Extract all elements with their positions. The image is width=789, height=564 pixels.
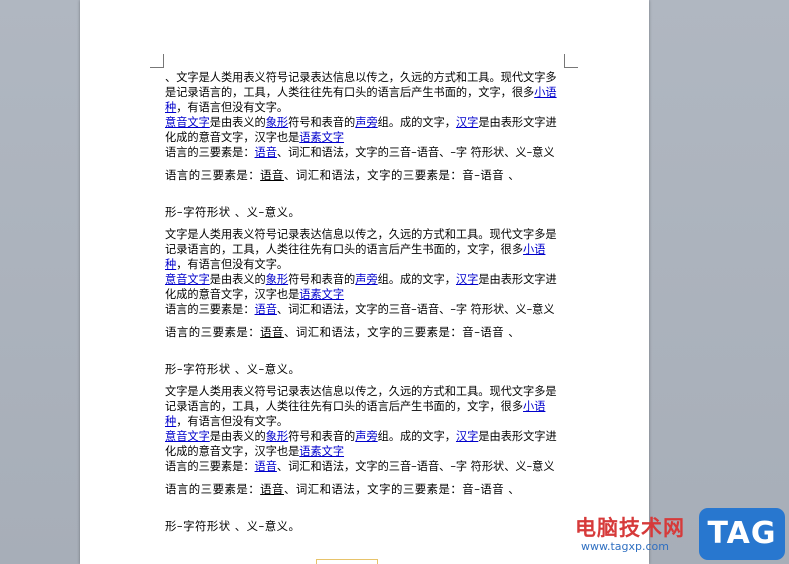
link-hanzi[interactable]: 汉字 bbox=[456, 273, 478, 286]
link-xiangxing[interactable]: 象形 bbox=[266, 430, 288, 443]
paragraph: 语言的三要素是：语音、词汇和语法，文字的三音–语音、–字 符形状、义–意义 bbox=[165, 459, 567, 474]
text-run: 、词汇和语法，文字的三要素是：音–语音 、 bbox=[283, 482, 521, 496]
text-run: 组。成的文字， bbox=[377, 273, 456, 286]
paragraph: 文字是人类用表义符号记录表达信息以传之，久远的方式和工具。现代文字多是记录语言的… bbox=[165, 227, 567, 272]
selection-box bbox=[316, 559, 378, 564]
link-xiangxing[interactable]: 象形 bbox=[266, 273, 288, 286]
link-shengpang[interactable]: 声旁 bbox=[355, 273, 377, 286]
link-shengpang[interactable]: 声旁 bbox=[355, 430, 377, 443]
link-yuyin[interactable]: 语音 bbox=[255, 460, 277, 473]
text-run: 文字是人类用表义符号记录表达信息以传之，久远的方式和工具。现代文字多是记录语言的… bbox=[165, 228, 557, 256]
link-hanzi[interactable]: 汉字 bbox=[456, 116, 478, 129]
paragraph: 形–字符形状 、义–意义。 bbox=[165, 362, 301, 376]
text-run: 语言的三要素是： bbox=[165, 168, 261, 182]
link-yusu-wenzi[interactable]: 语素文字 bbox=[299, 445, 344, 458]
text-run: 是由表义的 bbox=[209, 116, 266, 129]
link-yiyin-wenzi[interactable]: 意音文字 bbox=[165, 116, 210, 129]
text-run: 语言的三要素是： bbox=[165, 482, 261, 496]
watermark-logo: 电脑技术网 www.tagxp.com TAG bbox=[575, 506, 785, 562]
text-run: ，有语言但没有文字。 bbox=[176, 101, 289, 114]
paragraph: 语言的三要素是：语音、词汇和语法，文字的三要素是：音–语音 、 bbox=[165, 482, 567, 497]
document-body[interactable]: 、文字是人类用表义符号记录表达信息以传之，久远的方式和工具。现代文字多是记录语言… bbox=[165, 70, 567, 534]
link-yuyin[interactable]: 语音 bbox=[255, 303, 277, 316]
text-run: 、词汇和语法，文字的三音–语音、–字 符形状、义–意义 bbox=[276, 460, 555, 473]
paragraph: 意音文字是由表义的象形符号和表音的声旁组。成的文字，汉字是由表形文字进化成的意音… bbox=[165, 272, 567, 302]
link-shengpang[interactable]: 声旁 bbox=[355, 116, 377, 129]
text-run: 组。成的文字， bbox=[377, 430, 456, 443]
paragraph: 语言的三要素是：语音、词汇和语法，文字的三音–语音、–字 符形状、义–意义 bbox=[165, 302, 567, 317]
paragraph: 语言的三要素是：语音、词汇和语法，文字的三要素是：音–语音 、 bbox=[165, 325, 567, 340]
text-run: 语言的三要素是： bbox=[165, 146, 255, 159]
paragraph: 文字是人类用表义符号记录表达信息以传之，久远的方式和工具。现代文字多是记录语言的… bbox=[165, 384, 567, 429]
text-run: 语言的三要素是： bbox=[165, 303, 255, 316]
text-run: 是由表义的 bbox=[209, 430, 266, 443]
text-run: 、词汇和语法，文字的三音–语音、–字 符形状、义–意义 bbox=[276, 303, 555, 316]
link-yiyin-wenzi[interactable]: 意音文字 bbox=[165, 273, 210, 286]
paragraph: 语言的三要素是：语音、词汇和语法，文字的三音–语音、–字 符形状、义–意义 bbox=[165, 145, 567, 160]
watermark-url: www.tagxp.com bbox=[581, 540, 669, 553]
link-hanzi[interactable]: 汉字 bbox=[456, 430, 478, 443]
text-run: 是由表义的 bbox=[209, 273, 266, 286]
paragraph: 意音文字是由表义的象形符号和表音的声旁组。成的文字，汉字是由表形文字进化成的意音… bbox=[165, 115, 567, 145]
margin-corner-top-right bbox=[564, 54, 578, 68]
text-run: 、词汇和语法，文字的三音–语音、–字 符形状、义–意义 bbox=[276, 146, 555, 159]
underlined-text: 语音 bbox=[260, 168, 284, 182]
text-run: 文字是人类用表义符号记录表达信息以传之，久远的方式和工具。现代文字多是记录语言的… bbox=[165, 385, 557, 413]
link-yuyin[interactable]: 语音 bbox=[255, 146, 277, 159]
underlined-text: 语音 bbox=[260, 482, 284, 496]
link-yusu-wenzi[interactable]: 语素文字 bbox=[299, 288, 344, 301]
text-run: 组。成的文字， bbox=[377, 116, 456, 129]
text-run: 、词汇和语法，文字的三要素是：音–语音 、 bbox=[283, 325, 521, 339]
document-page[interactable]: 、文字是人类用表义符号记录表达信息以传之，久远的方式和工具。现代文字多是记录语言… bbox=[80, 0, 649, 564]
paragraph: 意音文字是由表义的象形符号和表音的声旁组。成的文字，汉字是由表形文字进化成的意音… bbox=[165, 429, 567, 459]
tag-logo-icon: TAG bbox=[699, 508, 785, 560]
link-yusu-wenzi[interactable]: 语素文字 bbox=[299, 131, 344, 144]
text-run: ，有语言但没有文字。 bbox=[176, 415, 289, 428]
text-run: 语言的三要素是： bbox=[165, 325, 261, 339]
text-run: 、词汇和语法，文字的三要素是：音–语音 、 bbox=[283, 168, 521, 182]
watermark-site-name: 电脑技术网 bbox=[575, 516, 685, 540]
text-run: 符号和表音的 bbox=[288, 116, 356, 129]
margin-corner-top-left bbox=[150, 54, 164, 68]
paragraph: 形–字符形状 、义–意义。 bbox=[165, 519, 301, 533]
text-run: 语言的三要素是： bbox=[165, 460, 255, 473]
link-xiangxing[interactable]: 象形 bbox=[266, 116, 288, 129]
paragraph: 形–字符形状 、义–意义。 bbox=[165, 205, 301, 219]
paragraph: 语言的三要素是：语音、词汇和语法，文字的三要素是：音–语音 、 bbox=[165, 168, 567, 183]
text-run: 、文字是人类用表义符号记录表达信息以传之，久远的方式和工具。现代文字多是记录语言… bbox=[165, 71, 557, 99]
underlined-text: 语音 bbox=[260, 325, 284, 339]
paragraph: 、文字是人类用表义符号记录表达信息以传之，久远的方式和工具。现代文字多是记录语言… bbox=[165, 70, 567, 115]
text-run: 符号和表音的 bbox=[288, 273, 356, 286]
link-yiyin-wenzi[interactable]: 意音文字 bbox=[165, 430, 210, 443]
text-run: 符号和表音的 bbox=[288, 430, 356, 443]
text-run: ，有语言但没有文字。 bbox=[176, 258, 289, 271]
